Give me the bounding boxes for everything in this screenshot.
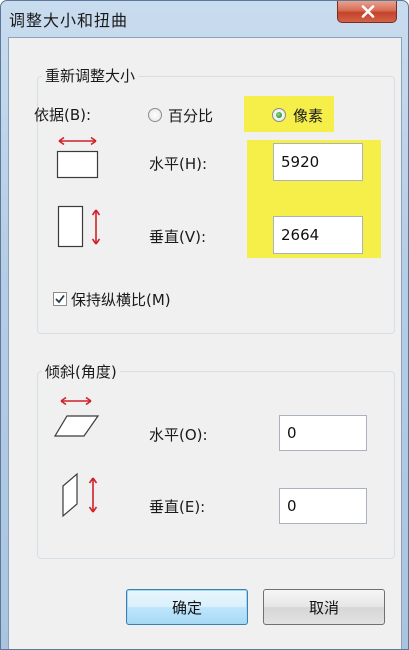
skew-horizontal-icon bbox=[53, 396, 100, 437]
resize-skew-dialog: 调整大小和扭曲 重新调整大小 依据(B): 百分比 像素 水平(H): 5920… bbox=[0, 0, 409, 650]
window-title: 调整大小和扭曲 bbox=[9, 11, 129, 30]
skew-vertical-icon bbox=[62, 472, 98, 518]
pixels-radio[interactable] bbox=[272, 108, 286, 122]
skew-vertical-input[interactable] bbox=[279, 488, 367, 524]
ok-button[interactable]: 确定 bbox=[126, 589, 248, 625]
resize-vertical-label: 垂直(V): bbox=[149, 228, 207, 246]
keep-ratio-checkbox[interactable] bbox=[53, 292, 67, 306]
skew-horizontal-label: 水平(O): bbox=[149, 426, 208, 444]
percent-radio-label[interactable]: 百分比 bbox=[168, 105, 213, 126]
resize-vertical-input[interactable] bbox=[273, 216, 363, 254]
close-button[interactable] bbox=[337, 1, 397, 23]
close-icon bbox=[361, 5, 375, 18]
resize-group-label: 重新调整大小 bbox=[42, 65, 139, 86]
skew-horizontal-input[interactable] bbox=[279, 415, 367, 451]
resize-vertical-icon bbox=[57, 205, 101, 248]
pixels-radio-dot bbox=[276, 112, 282, 118]
cancel-button[interactable]: 取消 bbox=[263, 589, 385, 625]
resize-by-label: 依据(B): bbox=[34, 106, 92, 124]
pixels-radio-label[interactable]: 像素 bbox=[293, 105, 323, 126]
skew-vertical-label: 垂直(E): bbox=[149, 498, 206, 516]
resize-horizontal-icon bbox=[56, 136, 99, 179]
percent-radio[interactable] bbox=[148, 108, 162, 122]
skew-group-label: 倾斜(角度) bbox=[42, 361, 120, 382]
checkmark-icon bbox=[55, 294, 65, 304]
resize-horizontal-input[interactable] bbox=[273, 143, 363, 181]
keep-ratio-label[interactable]: 保持纵横比(M) bbox=[71, 289, 171, 310]
dialog-body: 重新调整大小 依据(B): 百分比 像素 水平(H): 垂直(V): bbox=[8, 37, 402, 649]
resize-horizontal-label: 水平(H): bbox=[149, 155, 208, 173]
